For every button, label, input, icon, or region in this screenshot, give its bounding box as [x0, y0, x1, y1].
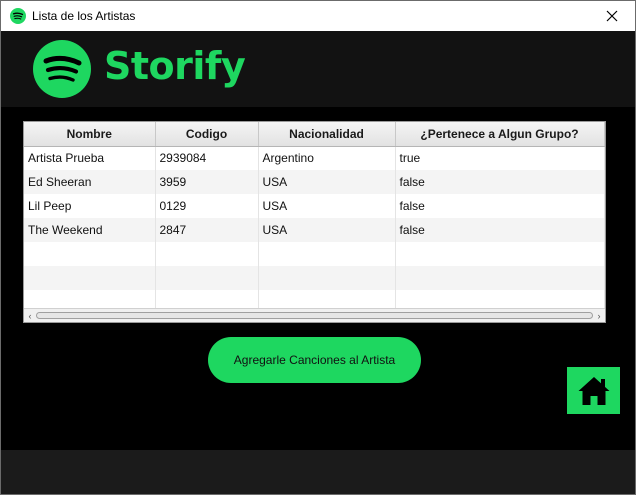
scrollbar-thumb[interactable]	[36, 312, 593, 319]
cell-nacionalidad: USA	[258, 170, 396, 194]
cell-grupo: true	[395, 146, 605, 170]
column-header-nacionalidad[interactable]: Nacionalidad	[258, 122, 396, 147]
scroll-right-icon[interactable]: ›	[594, 311, 604, 321]
brand-name: Storify	[104, 44, 246, 88]
spotify-icon	[10, 8, 26, 24]
close-icon	[606, 10, 618, 22]
artists-table: Nombre Codigo Nacionalidad ¿Pertenece a …	[23, 121, 606, 323]
title-bar: Lista de los Artistas	[1, 1, 635, 31]
cell-grupo: false	[395, 170, 605, 194]
cell-nacionalidad: Argentino	[258, 146, 396, 170]
cell-nombre: The Weekend	[24, 218, 156, 242]
cell-nombre: Lil Peep	[24, 194, 156, 218]
cell-codigo: 0129	[155, 194, 259, 218]
horizontal-scrollbar[interactable]: ‹ ›	[24, 308, 605, 322]
column-header-grupo[interactable]: ¿Pertenece a Algun Grupo?	[395, 122, 605, 147]
cell-codigo: 2939084	[155, 146, 259, 170]
cell-codigo: 3959	[155, 170, 259, 194]
cell-nacionalidad: USA	[258, 194, 396, 218]
window-title: Lista de los Artistas	[32, 9, 136, 23]
home-button[interactable]	[567, 367, 620, 414]
table-row[interactable]: Ed Sheeran 3959 USA false	[24, 170, 605, 194]
app-window: Lista de los Artistas Storify Nombre Cod…	[0, 0, 636, 495]
table-row[interactable]: Artista Prueba 2939084 Argentino true	[24, 146, 605, 170]
cell-nacionalidad: USA	[258, 218, 396, 242]
cell-codigo: 2847	[155, 218, 259, 242]
table-row[interactable]: Lil Peep 0129 USA false	[24, 194, 605, 218]
scroll-left-icon[interactable]: ‹	[25, 311, 35, 321]
table-row[interactable]: The Weekend 2847 USA false	[24, 218, 605, 242]
cell-grupo: false	[395, 218, 605, 242]
app-header: Storify	[1, 31, 635, 107]
close-button[interactable]	[589, 1, 635, 31]
table-header-row: Nombre Codigo Nacionalidad ¿Pertenece a …	[24, 122, 605, 147]
empty-table-row	[24, 242, 605, 266]
main-content: Nombre Codigo Nacionalidad ¿Pertenece a …	[1, 107, 635, 450]
column-header-codigo[interactable]: Codigo	[155, 122, 259, 147]
cell-nombre: Artista Prueba	[24, 146, 156, 170]
footer-bar	[1, 450, 635, 494]
column-header-nombre[interactable]: Nombre	[24, 122, 156, 147]
add-songs-button[interactable]: Agregarle Canciones al Artista	[208, 337, 421, 383]
cell-nombre: Ed Sheeran	[24, 170, 156, 194]
spotify-logo-icon	[33, 40, 91, 98]
cell-grupo: false	[395, 194, 605, 218]
home-icon	[578, 376, 609, 405]
empty-table-row	[24, 266, 605, 290]
